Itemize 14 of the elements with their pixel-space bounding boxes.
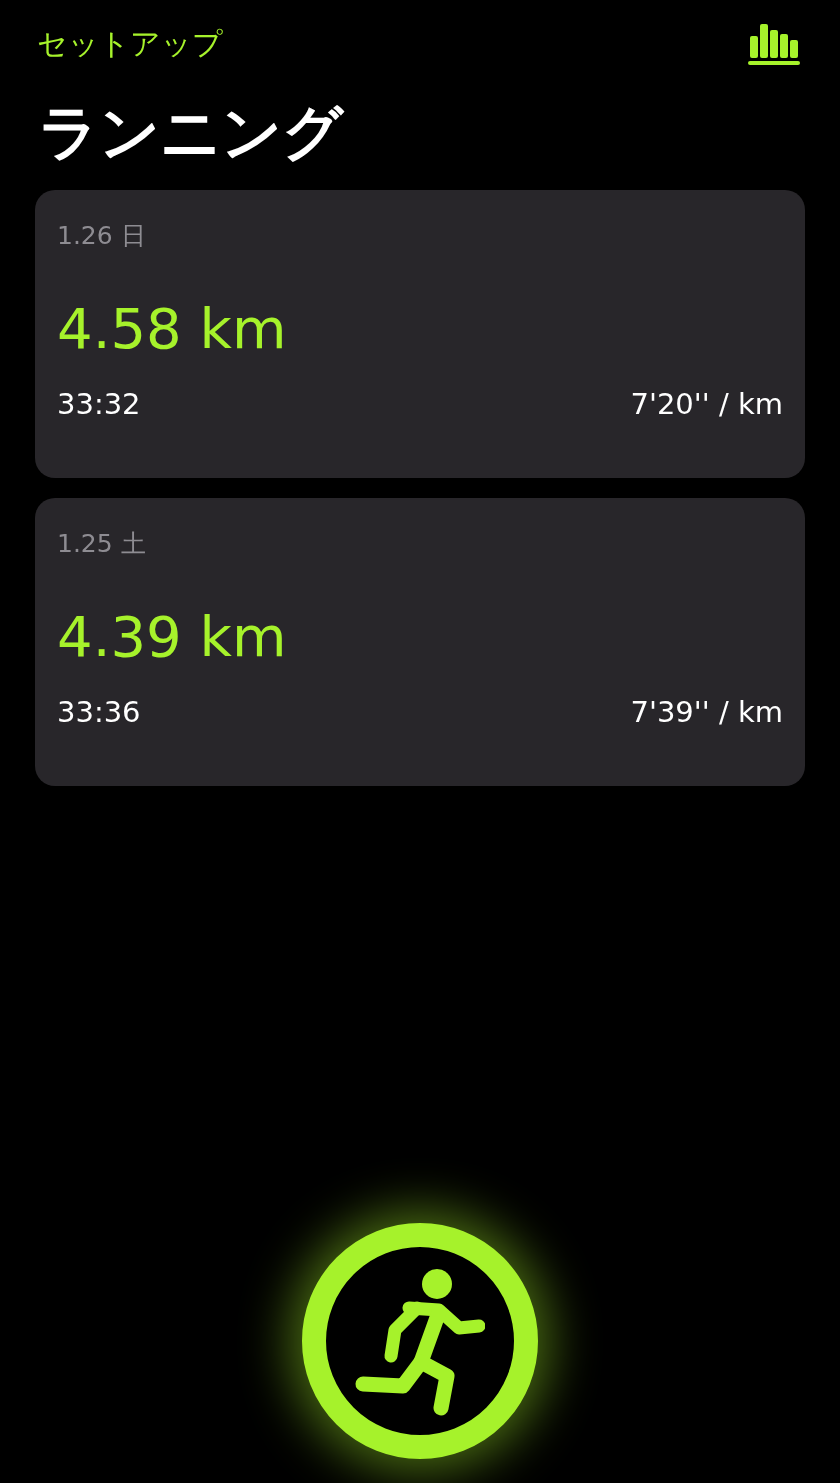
workout-pace: 7'20'' / km — [630, 386, 783, 422]
workout-duration: 33:32 — [57, 386, 141, 422]
workout-date: 1.26 日 — [57, 220, 146, 252]
runner-icon — [355, 1266, 485, 1416]
bar-chart-icon[interactable] — [748, 22, 800, 66]
workout-pace: 7'39'' / km — [630, 694, 783, 730]
workout-card[interactable]: 1.25 土 4.39 km 33:36 7'39'' / km — [35, 498, 805, 786]
workout-distance: 4.39 km — [57, 603, 287, 671]
workout-duration: 33:36 — [57, 694, 141, 730]
workout-card[interactable]: 1.26 日 4.58 km 33:32 7'20'' / km — [35, 190, 805, 478]
workout-date: 1.25 土 — [57, 528, 146, 560]
workout-distance: 4.58 km — [57, 295, 287, 363]
page-title: ランニング — [37, 96, 343, 169]
back-link[interactable]: セットアップ — [37, 24, 223, 64]
